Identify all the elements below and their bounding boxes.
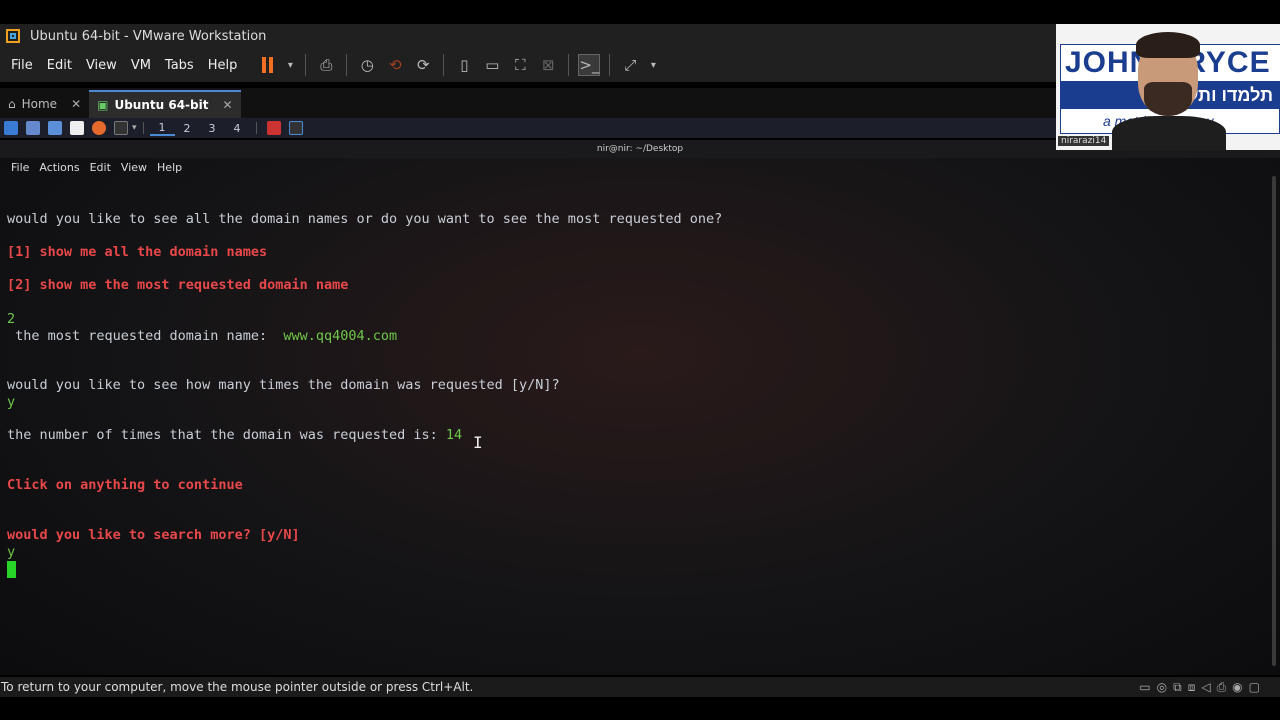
request-count-value: 14 xyxy=(445,427,463,443)
task-app-icon[interactable] xyxy=(266,121,281,135)
workspace-3[interactable]: 3 xyxy=(200,122,225,135)
menu-view[interactable]: View xyxy=(79,58,124,73)
stretch-dropdown-chevron-icon[interactable]: ▾ xyxy=(647,54,659,76)
status-text: To return to your computer, move the mou… xyxy=(1,680,474,694)
toolbar-separator xyxy=(443,54,445,76)
menu-tabs[interactable]: Tabs xyxy=(158,58,201,73)
terminal-line: the most requested domain name: www.qq40… xyxy=(7,328,397,344)
terminal-input-line: y xyxy=(7,394,16,410)
mouse-ibeam-icon: I xyxy=(473,433,483,452)
terminal-line: [2] show me the most requested domain na… xyxy=(7,277,349,293)
panel-separator xyxy=(255,122,257,134)
home-icon: ⌂ xyxy=(8,97,16,111)
toolbar-separator xyxy=(568,54,570,76)
terminal-line: would you like to see all the domain nam… xyxy=(7,211,723,227)
vm-icon: ▣ xyxy=(97,98,109,112)
top-letterbox xyxy=(0,0,1280,24)
terminal-line: would you like to search more? [y/N] xyxy=(7,527,300,543)
vmware-status-bar: To return to your computer, move the mou… xyxy=(0,677,1280,697)
terminal-line: the number of times that the domain was … xyxy=(7,427,462,443)
toolbar-separator xyxy=(609,54,611,76)
unity-icon[interactable]: ⊠ xyxy=(537,54,559,76)
file-manager-icon[interactable] xyxy=(48,121,62,135)
terminal-input-line: 2 xyxy=(7,311,16,327)
terminal-cursor xyxy=(7,561,16,578)
panel-separator xyxy=(142,122,144,134)
network-icon[interactable]: ⧉ xyxy=(1173,680,1182,695)
menu-help[interactable]: Help xyxy=(201,58,245,73)
snapshot-manager-icon[interactable]: ⟳ xyxy=(412,54,434,76)
text-editor-icon[interactable] xyxy=(70,121,84,135)
stretch-icon[interactable]: ⤢ xyxy=(619,54,641,76)
bottom-letterbox xyxy=(0,697,1280,720)
usb-icon[interactable]: ⧈ xyxy=(1188,680,1196,695)
most-requested-label: the most requested domain name: xyxy=(7,328,284,344)
tab-ubuntu[interactable]: ▣ Ubuntu 64-bit ✕ xyxy=(89,90,241,118)
snapshot-icon[interactable]: ◷ xyxy=(356,54,378,76)
workspace-2[interactable]: 2 xyxy=(175,122,200,135)
pause-icon[interactable] xyxy=(256,54,278,76)
app-menu-icon[interactable] xyxy=(4,121,18,135)
device-icons: ▭ ◎ ⧉ ⧈ ◁ ⎙ ◉ ▢ xyxy=(1139,680,1260,695)
printer-icon[interactable]: ⎙ xyxy=(1217,680,1227,695)
webcam-overlay: JOHN BRYCE תלמדו ותעבדו a matrix company… xyxy=(1056,24,1280,150)
terminal-launcher-icon[interactable] xyxy=(114,121,128,135)
tab-home[interactable]: ⌂ Home ✕ xyxy=(0,90,89,118)
send-ctrl-alt-del-icon[interactable]: ⎙ xyxy=(315,54,337,76)
terminal-window[interactable]: nir@nir: ~/Desktop File Actions Edit Vie… xyxy=(0,140,1280,675)
tab-label: Home xyxy=(21,97,58,111)
terminal-menu-file[interactable]: File xyxy=(0,161,34,174)
revert-snapshot-icon[interactable]: ⟲ xyxy=(384,54,406,76)
firefox-icon[interactable] xyxy=(92,121,106,135)
terminal-line: would you like to see how many times the… xyxy=(7,377,560,393)
vmware-logo-icon xyxy=(6,29,20,43)
presenter-beard xyxy=(1144,82,1192,116)
library-icon[interactable]: ▯ xyxy=(453,54,475,76)
terminal-menu-help[interactable]: Help xyxy=(152,161,187,174)
thumbnail-bar-icon[interactable]: ▭ xyxy=(481,54,503,76)
presenter-body xyxy=(1112,116,1226,150)
request-count-label: the number of times that the domain was … xyxy=(7,427,446,443)
full-screen-icon[interactable]: ⛶ xyxy=(509,54,531,76)
menu-vm[interactable]: VM xyxy=(124,58,158,73)
terminal-line: [1] show me all the domain names xyxy=(7,244,268,260)
show-desktop-icon[interactable] xyxy=(26,121,40,135)
toolbar-separator xyxy=(346,54,348,76)
camera-icon[interactable]: ◉ xyxy=(1232,680,1242,695)
display-icon[interactable]: ▢ xyxy=(1249,680,1260,695)
sound-icon[interactable]: ◁ xyxy=(1201,680,1210,695)
chevron-down-icon[interactable]: ▾ xyxy=(132,123,137,133)
terminal-scrollbar[interactable] xyxy=(1272,176,1276,666)
terminal-menu-actions[interactable]: Actions xyxy=(34,161,84,174)
close-icon[interactable]: ✕ xyxy=(71,97,81,111)
menu-file[interactable]: File xyxy=(0,58,40,73)
terminal-menu-view[interactable]: View xyxy=(116,161,152,174)
workspace-4[interactable]: 4 xyxy=(225,122,250,135)
window-title: Ubuntu 64-bit - VMware Workstation xyxy=(30,28,267,44)
cd-drive-icon[interactable]: ◎ xyxy=(1157,680,1167,695)
pause-dropdown-chevron-icon[interactable]: ▾ xyxy=(284,54,296,76)
task-terminal-icon[interactable] xyxy=(288,121,303,135)
tab-label: Ubuntu 64-bit xyxy=(114,98,209,112)
terminal-line: Click on anything to continue xyxy=(7,477,243,493)
menu-edit[interactable]: Edit xyxy=(40,58,79,73)
toolbar-separator xyxy=(305,54,307,76)
presenter-hair xyxy=(1136,32,1200,58)
most-requested-value: www.qq4004.com xyxy=(283,328,398,344)
terminal-input-line: y xyxy=(7,544,16,560)
terminal-menu-edit[interactable]: Edit xyxy=(85,161,116,174)
terminal-menubar: File Actions Edit View Help xyxy=(0,158,1270,176)
workspace-1[interactable]: 1 xyxy=(149,121,175,136)
webcam-name-label: nirarazi14 xyxy=(1058,136,1110,146)
close-icon[interactable]: ✕ xyxy=(222,98,232,112)
hard-disk-icon[interactable]: ▭ xyxy=(1139,680,1150,695)
console-view-icon[interactable]: >_ xyxy=(578,54,601,76)
